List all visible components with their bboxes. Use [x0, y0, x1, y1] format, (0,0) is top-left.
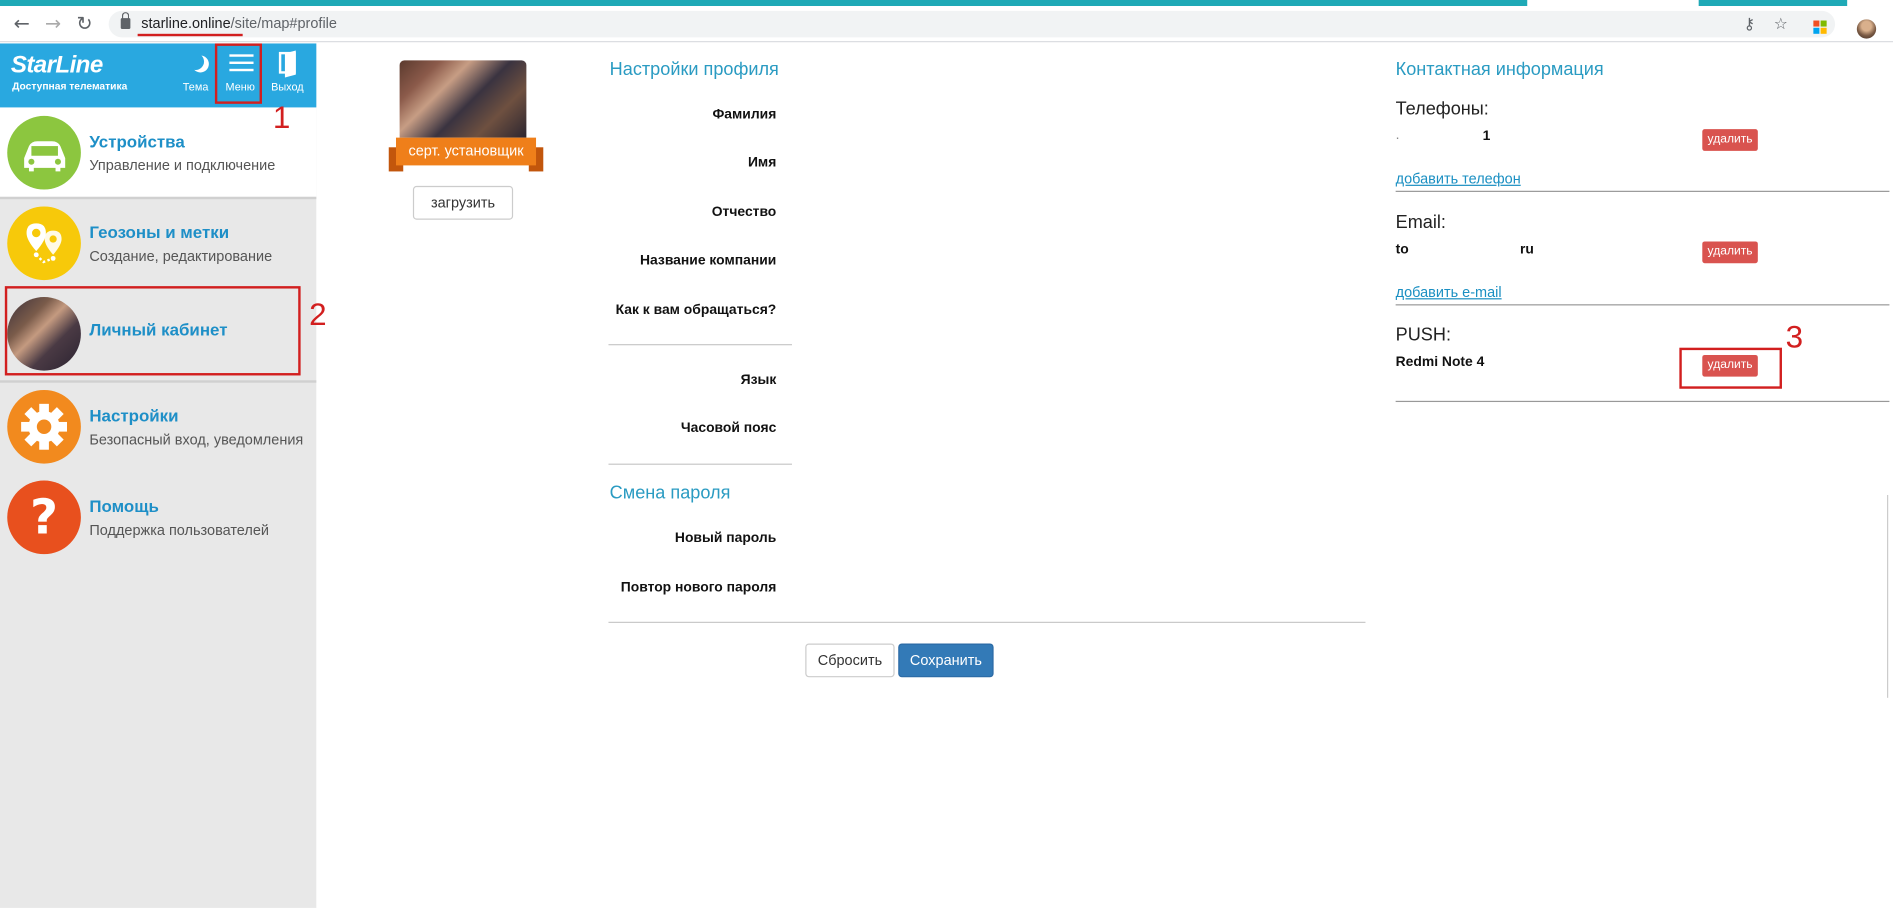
phones-label: Телефоны: — [1395, 98, 1489, 120]
push-label: PUSH: — [1395, 324, 1451, 346]
exit-label: Выход — [271, 80, 304, 93]
add-phone-link[interactable]: добавить телефон — [1396, 170, 1521, 187]
divider — [608, 463, 792, 465]
reload-icon[interactable]: ↻ — [72, 12, 96, 36]
sidebar-item-subtitle: Управление и подключение — [89, 156, 276, 174]
email-label: Email: — [1395, 212, 1446, 234]
forward-arrow-icon[interactable]: → — [41, 12, 65, 36]
save-button[interactable]: Сохранить — [898, 643, 994, 678]
sidebar-item-geozones[interactable]: Геозоны и метки Создание, редактирование — [0, 198, 316, 287]
url-text: starline.online/site/map#profile — [141, 14, 337, 31]
sidebar-item-devices[interactable]: Устройства Управление и подключение — [0, 107, 317, 197]
patronymic-label: Отчество — [711, 205, 777, 220]
sidebar: StarLine Доступная телематика Тема Меню … — [0, 43, 317, 908]
cert-badge: серт. установщик — [388, 137, 544, 172]
annotation-number-1: 1 — [272, 98, 291, 136]
question-icon: ? — [7, 480, 81, 555]
map-pins-icon — [7, 206, 81, 281]
annotation-number-3: 3 — [1785, 318, 1804, 355]
starline-logo[interactable]: StarLine — [11, 52, 103, 80]
car-icon — [7, 115, 81, 190]
contacts-title: Контактная информация — [1395, 59, 1604, 80]
add-email-link[interactable]: добавить e-mail — [1396, 284, 1502, 301]
back-arrow-icon[interactable]: ← — [10, 12, 34, 36]
annotation-box-1 — [214, 43, 262, 104]
sidebar-item-title: Геозоны и метки — [89, 222, 230, 242]
email-value-end: ru — [1519, 242, 1534, 258]
sidebar-item-settings[interactable]: Настройки Безопасный вход, уведомления — [0, 382, 316, 471]
exit-button[interactable]: Выход — [264, 43, 310, 107]
sidebar-item-help[interactable]: ? Помощь Поддержка пользователей — [0, 472, 316, 561]
profile-settings-title: Настройки профиля — [609, 59, 779, 80]
gear-icon — [7, 389, 81, 464]
delete-email-button[interactable]: удалить — [1702, 241, 1758, 264]
extension-grid-icon[interactable] — [1813, 20, 1827, 35]
door-exit-icon — [278, 51, 296, 74]
language-label: Язык — [740, 373, 777, 388]
phone-value-end: 1 — [1482, 129, 1491, 144]
phone-value-start: . — [1395, 127, 1400, 143]
browser-toolbar: ← → ↻ starline.online/site/map#profile ⚷… — [0, 6, 1893, 43]
url-host: starline.online — [141, 14, 231, 32]
timezone-label: Часовой пояс — [680, 421, 777, 436]
divider — [1395, 400, 1890, 403]
upload-photo-button[interactable]: загрузить — [412, 185, 514, 220]
repeat-password-label: Повтор нового пароля — [620, 580, 777, 596]
new-password-label: Новый пароль — [674, 531, 777, 546]
url-path: /site/map#profile — [230, 14, 337, 32]
delete-push-button[interactable]: удалить — [1702, 354, 1758, 377]
scrollbar[interactable] — [1887, 494, 1893, 698]
sidebar-item-title: Помощь — [89, 496, 159, 516]
delete-phone-button[interactable]: удалить — [1702, 129, 1758, 151]
moon-icon — [187, 53, 204, 70]
last-name-label: Фамилия — [712, 107, 777, 122]
browser-profile-avatar[interactable] — [1856, 19, 1877, 39]
sidebar-header: StarLine Доступная телематика Тема Меню … — [0, 43, 317, 108]
address-as-label: Как к вам обращаться? — [615, 303, 777, 318]
annotation-box-2 — [4, 286, 301, 376]
push-device-name: Redmi Note 4 — [1395, 354, 1485, 370]
url-annotation-underline — [137, 33, 243, 37]
sidebar-item-title: Настройки — [89, 405, 179, 425]
divider — [608, 621, 1366, 623]
annotation-number-2: 2 — [309, 295, 327, 333]
profile-photo — [399, 60, 527, 138]
divider — [608, 344, 792, 346]
key-icon[interactable]: ⚷ — [1740, 16, 1759, 35]
sidebar-item-subtitle: Поддержка пользователей — [89, 521, 270, 539]
sidebar-item-subtitle: Безопасный вход, уведомления — [89, 431, 304, 448]
company-label: Название компании — [640, 253, 777, 269]
sidebar-item-subtitle: Создание, редактирование — [89, 247, 273, 265]
email-value-start: to — [1395, 242, 1409, 258]
cert-badge-label: серт. установщик — [395, 137, 537, 166]
logo-subtitle: Доступная телематика — [12, 79, 128, 92]
theme-label: Тема — [182, 80, 209, 93]
lock-icon — [120, 12, 131, 29]
star-icon[interactable]: ☆ — [1771, 16, 1790, 35]
reset-button[interactable]: Сбросить — [805, 643, 895, 678]
sidebar-item-title: Устройства — [89, 131, 185, 151]
divider — [1395, 190, 1890, 192]
svg-text:?: ? — [30, 490, 58, 546]
first-name-label: Имя — [747, 155, 777, 171]
theme-button[interactable]: Тема — [173, 43, 219, 107]
change-password-title: Смена пароля — [609, 482, 731, 504]
address-bar[interactable]: starline.online/site/map#profile — [108, 10, 1836, 38]
divider — [1395, 304, 1890, 306]
